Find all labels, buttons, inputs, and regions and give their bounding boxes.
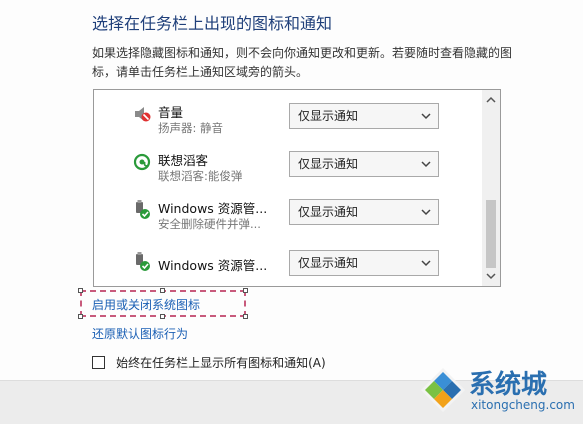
chevron-down-icon: [420, 200, 432, 224]
item-name: 联想滔客: [158, 153, 209, 168]
list-item-volume: 音量 扬声器: 静音 仅显示通知: [94, 98, 482, 144]
list-scrollbar[interactable]: [482, 90, 500, 286]
selection-handle: [160, 314, 165, 319]
scrollbar-thumb[interactable]: [486, 200, 496, 268]
restore-defaults-link[interactable]: 还原默认图标行为: [92, 325, 188, 342]
scroll-down-icon[interactable]: [482, 268, 500, 284]
page-title: 选择在任务栏上出现的图标和通知: [92, 14, 333, 33]
scroll-up-icon[interactable]: [482, 92, 500, 108]
system-icons-link-label: 启用或关闭系统图标: [92, 298, 201, 312]
behavior-dropdown[interactable]: 仅显示通知: [289, 103, 439, 129]
item-name: 音量: [158, 105, 184, 120]
page-description: 如果选择隐藏图标和通知，则不会向你通知更改和更新。若要随时查看隐藏的图标，请单击…: [92, 46, 513, 79]
list-item-windows-explorer: Windows 资源管... 安全删除硬件并弹... 仅显示通知: [94, 194, 482, 240]
selection-handle: [78, 314, 83, 319]
item-name: Windows 资源管...: [158, 201, 268, 216]
chevron-down-icon: [420, 152, 432, 176]
lenovo-chat-icon: [132, 152, 152, 172]
item-name: Windows 资源管...: [158, 258, 268, 273]
dropdown-value: 仅显示通知: [298, 157, 359, 171]
watermark: 系统城 xitongcheng.com: [415, 362, 575, 420]
dropdown-value: 仅显示通知: [298, 109, 359, 123]
chevron-down-icon: [420, 104, 432, 128]
always-show-all-checkbox[interactable]: [92, 356, 105, 369]
behavior-dropdown[interactable]: 仅显示通知: [289, 250, 439, 276]
selection-handle: [243, 314, 248, 319]
selection-handle: [160, 288, 165, 293]
list-item-lenovo-chat: 联想滔客 联想滔客:能俊弹 仅显示通知: [94, 146, 482, 192]
watermark-logo-icon: [419, 366, 467, 418]
item-subtitle: 扬声器: 静音: [158, 121, 224, 135]
selection-handle: [78, 288, 83, 293]
always-show-all-option[interactable]: 始终在任务栏上显示所有图标和通知(A): [92, 352, 326, 370]
behavior-dropdown[interactable]: 仅显示通知: [289, 151, 439, 177]
dropdown-value: 仅显示通知: [298, 256, 359, 270]
watermark-brand: 系统城: [469, 370, 548, 400]
volume-muted-icon: [132, 104, 152, 124]
notification-icons-list[interactable]: 音量 扬声器: 静音 仅显示通知 联想滔客 联想滔客:能俊弹 仅显示通知 Win…: [93, 89, 501, 287]
selection-handle: [243, 288, 248, 293]
always-show-all-label: 始终在任务栏上显示所有图标和通知(A): [116, 356, 326, 370]
list-item-windows-explorer-2: Windows 资源管... 仅显示通知: [94, 242, 482, 286]
system-icons-link[interactable]: 启用或关闭系统图标: [78, 288, 248, 319]
chevron-down-icon: [420, 251, 432, 275]
usb-device-icon: [132, 200, 152, 220]
notification-icons-panel: 选择在任务栏上出现的图标和通知 如果选择隐藏图标和通知，则不会向你通知更改和更新…: [0, 0, 583, 380]
item-subtitle: 联想滔客:能俊弹: [158, 169, 243, 183]
behavior-dropdown[interactable]: 仅显示通知: [289, 199, 439, 225]
dropdown-value: 仅显示通知: [298, 205, 359, 219]
item-subtitle: 安全删除硬件并弹...: [158, 217, 261, 231]
watermark-url: xitongcheng.com: [471, 398, 575, 412]
usb-device-icon: [132, 252, 152, 272]
